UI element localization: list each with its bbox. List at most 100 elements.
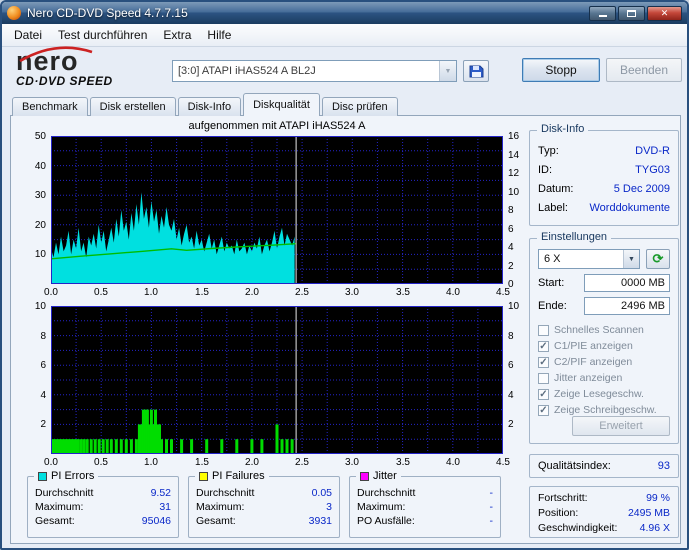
- axis-tick-label: 2.5: [295, 457, 309, 468]
- info-label: Maximum:: [35, 501, 84, 513]
- tab-page-diskqualitaet: aufgenommen mit ATAPI iHAS524 A 50 40 30 20…: [10, 115, 681, 544]
- axis-tick-label: 6: [508, 360, 514, 371]
- legend-title: PI Failures: [195, 470, 269, 482]
- axis-tick-label: 1.5: [195, 287, 209, 298]
- start-input[interactable]: [584, 274, 670, 292]
- refresh-icon: ⟳: [652, 251, 664, 266]
- advanced-button[interactable]: Erweitert: [572, 416, 670, 436]
- legend-name: PI Failures: [212, 470, 265, 482]
- tab-disk-info[interactable]: Disk-Info: [177, 97, 242, 116]
- info-row: Durchschnitt -: [357, 486, 493, 500]
- refresh-button[interactable]: ⟳: [646, 249, 670, 269]
- info-value: Worddokumente: [589, 202, 670, 214]
- menu-item-3[interactable]: Extra: [155, 25, 199, 45]
- quality-index-label: Qualitätsindex:: [538, 460, 611, 472]
- checkbox-icon[interactable]: ✓: [538, 356, 549, 368]
- checkbox-row-1[interactable]: Schnelles Scannen: [538, 322, 670, 338]
- info-row: Position: 2495 MB: [538, 506, 670, 521]
- legend-title: PI Errors: [34, 470, 99, 482]
- axis-tick-label: 0.5: [94, 457, 108, 468]
- minimize-button[interactable]: [589, 5, 616, 21]
- checkbox-icon[interactable]: ✓: [538, 388, 549, 400]
- checkbox-icon[interactable]: ✓: [538, 404, 549, 416]
- axis-tick-label: 16: [508, 131, 520, 142]
- info-row: Fortschritt: 99 %: [538, 491, 670, 506]
- exit-button[interactable]: Beenden: [606, 58, 682, 82]
- legend-swatch-icon: [360, 471, 369, 481]
- checkbox-icon[interactable]: ✓: [538, 340, 549, 352]
- info-row: Maximum: 3: [196, 500, 332, 514]
- checkbox-icon[interactable]: [538, 372, 549, 384]
- tab-diskqualit-t[interactable]: Diskqualität: [243, 93, 320, 116]
- info-label: Durchschnitt: [196, 487, 255, 499]
- axis-tick-label: 4: [508, 242, 514, 253]
- info-label: Typ:: [538, 145, 559, 157]
- start-label: Start:: [538, 277, 565, 289]
- info-row: Gesamt: 95046: [35, 514, 171, 528]
- info-value: 0.05: [311, 487, 332, 499]
- checkbox-label: Schnelles Scannen: [554, 324, 644, 336]
- speed-select[interactable]: 6 X ▼: [538, 249, 640, 269]
- info-row: Datum: 5 Dec 2009: [538, 180, 670, 199]
- axis-tick-label: 2: [508, 419, 514, 430]
- close-button[interactable]: ✕: [647, 5, 682, 21]
- save-button[interactable]: [463, 60, 489, 82]
- settings-checkboxes: Schnelles Scannen ✓ C1/PIE anzeigen ✓ C2/PIF…: [538, 322, 670, 418]
- info-row: Label: Worddokumente: [538, 199, 670, 218]
- menu-item-2[interactable]: Test durchführen: [50, 25, 155, 45]
- title-bar: Nero CD-DVD Speed 4.7.7.15 ✕: [2, 2, 687, 24]
- tab-benchmark[interactable]: Benchmark: [12, 97, 88, 116]
- info-value: -: [489, 487, 494, 499]
- chevron-down-icon[interactable]: ▼: [623, 250, 639, 268]
- drive-select[interactable]: [3:0] ATAPI iHAS524 A BL2J ▼: [172, 60, 457, 82]
- info-row: Durchschnitt 0.05: [196, 486, 332, 500]
- disk-info-title: Disk-Info: [537, 123, 589, 135]
- menu-item-4[interactable]: Hilfe: [199, 25, 239, 45]
- axis-tick-label: 2.5: [295, 287, 309, 298]
- checkbox-label: Zeige Schreibgeschw.: [554, 404, 657, 416]
- legend-swatch-icon: [199, 471, 208, 481]
- axis-tick-label: 20: [34, 220, 46, 231]
- maximize-button[interactable]: [618, 5, 645, 21]
- checkbox-row-5[interactable]: ✓ Zeige Lesegeschw.: [538, 386, 670, 402]
- info-row: Geschwindigkeit: 4.96 X: [538, 521, 670, 536]
- disk-info-group: Disk-Info Typ: DVD-R ID: TYG03 Datum: 5 Dec 2…: [529, 123, 679, 226]
- maximize-icon: [627, 9, 636, 17]
- info-row: Maximum: 31: [35, 500, 171, 514]
- nero-logo: nero CD·DVD SPEED: [16, 46, 166, 88]
- axis-tick-label: 2.0: [245, 287, 259, 298]
- menu-item-1[interactable]: Datei: [6, 25, 50, 45]
- axis-tick-label: 50: [34, 131, 46, 142]
- pie-errors-chart: [51, 136, 503, 284]
- axis-tick-label: 10: [34, 301, 46, 312]
- info-label: Maximum:: [357, 501, 406, 513]
- axis-tick-label: 0.0: [44, 457, 58, 468]
- axis-tick-label: 12: [508, 168, 520, 179]
- end-input[interactable]: [584, 297, 670, 315]
- checkbox-row-2[interactable]: ✓ C1/PIE anzeigen: [538, 338, 670, 354]
- axis-tick-label: 30: [34, 190, 46, 201]
- info-row: Durchschnitt 9.52: [35, 486, 171, 500]
- info-value: 5 Dec 2009: [613, 183, 670, 195]
- pie-chart-x-axis: 0.0 0.5 1.0 1.5 2.0 2.5 3.0 3.5 4.0 4.5: [44, 287, 510, 299]
- checkbox-row-3[interactable]: ✓ C2/PIF anzeigen: [538, 354, 670, 370]
- checkbox-icon[interactable]: [538, 324, 549, 336]
- tab-disc-pr-fen[interactable]: Disc prüfen: [321, 97, 398, 116]
- close-icon: ✕: [660, 7, 669, 18]
- pif-chart-x-axis: 0.0 0.5 1.0 1.5 2.0 2.5 3.0 3.5 4.0 4.5: [44, 457, 510, 469]
- chevron-down-icon[interactable]: ▼: [439, 61, 456, 81]
- menu-bar: Datei Test durchführen Extra Hilfe: [2, 24, 687, 47]
- tab-disk-erstellen[interactable]: Disk erstellen: [89, 97, 176, 116]
- axis-tick-label: 40: [34, 161, 46, 172]
- info-label: ID:: [538, 164, 553, 176]
- info-label: Label:: [538, 202, 568, 214]
- info-value: DVD-R: [635, 145, 670, 157]
- tab-strip: Benchmark Disk erstellen Disk-Info Diskqual…: [12, 93, 400, 116]
- checkbox-label: C1/PIE anzeigen: [554, 340, 633, 352]
- axis-tick-label: 1.5: [195, 457, 209, 468]
- pif-failures-chart: [51, 306, 503, 454]
- stop-button[interactable]: Stopp: [522, 58, 600, 82]
- checkbox-row-4[interactable]: Jitter anzeigen: [538, 370, 670, 386]
- quality-index-box: Qualitätsindex: 93: [529, 454, 679, 478]
- info-value: 31: [159, 501, 171, 513]
